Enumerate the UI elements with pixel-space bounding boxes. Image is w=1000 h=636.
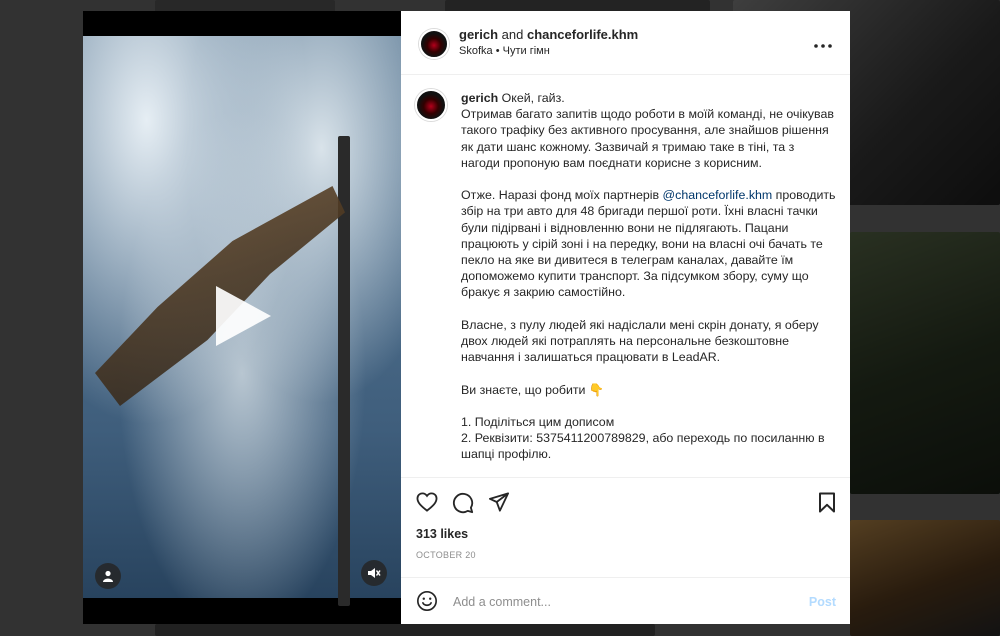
send-icon (488, 492, 509, 512)
post-authors: gerich and chanceforlife.khm (459, 27, 638, 42)
post-details-panel: gerich and chanceforlife.khm Skofka • Чу… (401, 11, 850, 624)
audio-title[interactable]: Чути гімн (503, 45, 550, 57)
like-button[interactable] (416, 492, 438, 517)
caption-first-line: Окей, гайз. (501, 91, 565, 105)
comment-bar: Post (401, 577, 850, 625)
share-button[interactable] (488, 492, 510, 517)
post-comment-button[interactable]: Post (809, 595, 836, 609)
and-text: and (501, 27, 524, 42)
emoji-icon (417, 591, 437, 611)
caption-text: gerich Окей, гайз. Отримав багато запиті… (461, 90, 836, 463)
post-date[interactable]: OCTOBER 20 (416, 550, 476, 560)
caption-author-avatar[interactable] (415, 89, 447, 121)
user-tag-button[interactable] (95, 563, 121, 589)
user-icon (103, 570, 113, 582)
emoji-button[interactable] (416, 590, 438, 617)
coauthor-username-link[interactable]: chanceforlife.khm (527, 27, 638, 42)
more-horizontal-icon (814, 44, 832, 48)
muted-speaker-icon (368, 568, 381, 578)
comment-input[interactable] (451, 590, 785, 614)
audio-separator: • (495, 45, 500, 57)
caption-username-link[interactable]: gerich (461, 91, 498, 105)
mention-link[interactable]: @chanceforlife.khm (663, 188, 773, 202)
post-actions-bar (401, 477, 850, 526)
post-modal: gerich and chanceforlife.khm Skofka • Чу… (83, 11, 850, 624)
post-header: gerich and chanceforlife.khm Skofka • Чу… (401, 11, 850, 75)
comment-button[interactable] (452, 492, 474, 519)
audio-info[interactable]: Skofka • Чути гімн (459, 45, 550, 57)
save-button[interactable] (818, 492, 836, 518)
likes-count[interactable]: 313 likes (416, 527, 468, 541)
author-avatar[interactable] (419, 29, 449, 59)
comment-icon (452, 492, 474, 514)
caption-body-part2: проводить збір на три авто для 48 бригад… (461, 188, 836, 462)
caption-scroll-area[interactable]: gerich Окей, гайз. Отримав багато запиті… (401, 75, 850, 476)
post-media-video[interactable] (83, 11, 401, 624)
author-username-link[interactable]: gerich (459, 27, 498, 42)
audio-artist[interactable]: Skofka (459, 45, 493, 57)
play-icon[interactable] (216, 286, 271, 346)
heart-icon (416, 492, 438, 512)
bookmark-icon (819, 492, 835, 513)
mute-button[interactable] (361, 560, 387, 586)
more-options-button[interactable] (814, 31, 832, 54)
